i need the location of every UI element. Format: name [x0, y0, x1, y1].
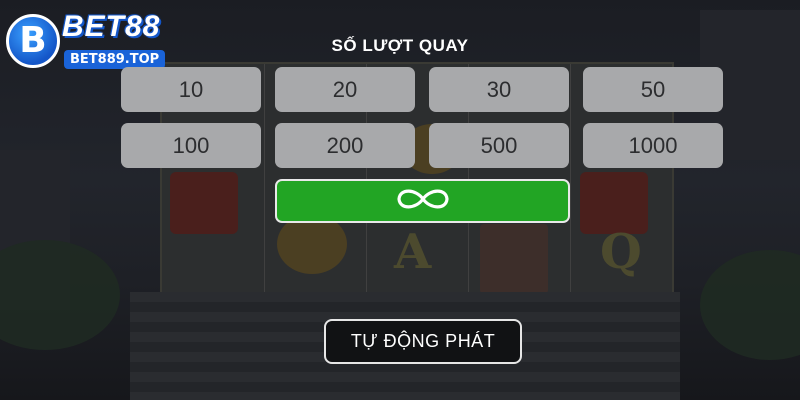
- spin-option-30-button[interactable]: 30: [429, 67, 569, 112]
- character-symbol: [480, 224, 548, 294]
- spin-option-50-button[interactable]: 50: [583, 67, 723, 112]
- spin-option-20-button[interactable]: 20: [275, 67, 415, 112]
- infinity-icon: [392, 186, 454, 217]
- spin-option-500-button[interactable]: 500: [429, 123, 569, 168]
- spin-option-100-button[interactable]: 100: [121, 123, 261, 168]
- autoplay-button[interactable]: TỰ ĐỘNG PHÁT: [324, 319, 522, 364]
- spin-option-1000-button[interactable]: 1000: [583, 123, 723, 168]
- letter-q-symbol: Q: [600, 224, 642, 280]
- piggy-symbol: [277, 214, 347, 274]
- bonus-symbol: [170, 172, 238, 234]
- spin-option-200-button[interactable]: 200: [275, 123, 415, 168]
- spin-count-title: SỐ LƯỢT QUAY: [331, 36, 469, 55]
- spin-option-10-button[interactable]: 10: [121, 67, 261, 112]
- infinite-spins-button[interactable]: [275, 179, 570, 223]
- background-tree: [700, 250, 800, 360]
- background-tree: [0, 240, 120, 350]
- spin-count-options: 10 20 30 50 100 200 500 1000: [121, 67, 725, 168]
- letter-a-symbol: A: [394, 224, 432, 280]
